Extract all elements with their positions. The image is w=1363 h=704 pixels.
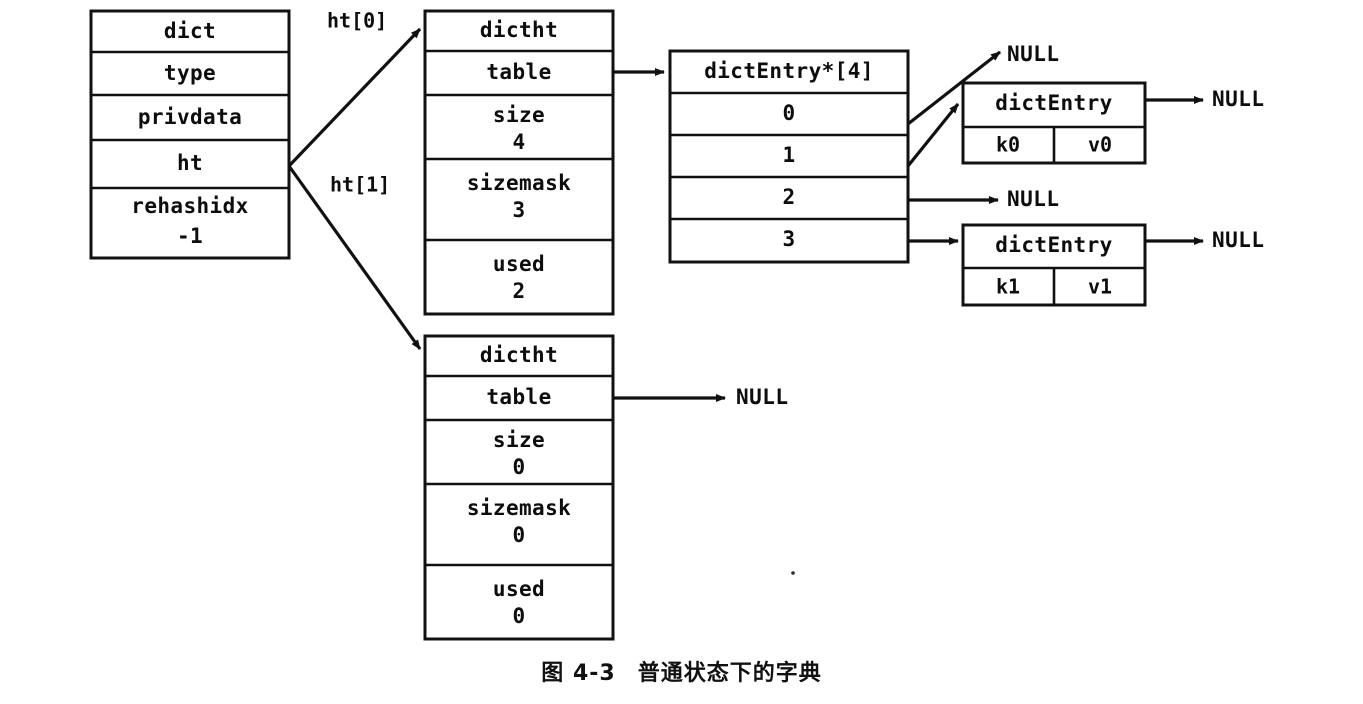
ht0-field-sizemask: sizemask [467, 171, 571, 195]
null-entry1-next: NULL [1212, 228, 1265, 252]
arrow-bucket1-to-entry0 [906, 102, 960, 168]
null-bucket0: NULL [1007, 42, 1060, 66]
null-bucket2: NULL [1007, 187, 1060, 211]
null-entry0-next: NULL [1212, 87, 1265, 111]
ht1-field-used: used [493, 577, 545, 601]
dict-struct-box: dict type privdata ht rehashidx -1 [89, 9, 291, 260]
ht0-field-size: size [493, 103, 545, 127]
null-ht1-table: NULL [736, 385, 789, 409]
dict-field-ht: ht [177, 151, 203, 175]
ht1-field-table: table [486, 385, 551, 409]
label-ht0: ht[0] [327, 9, 387, 33]
dict-field-rehashidx-value: -1 [177, 224, 203, 248]
bucket-index-2: 2 [782, 185, 795, 209]
hashtable-0-box: dictht table size 4 sizemask 3 used 2 [423, 9, 615, 316]
dict-field-privdata: privdata [138, 105, 242, 129]
figure-caption: 图 4-3 普通状态下的字典 [0, 655, 1363, 687]
ht-pointer-arrows: ht[0] ht[1] [287, 9, 422, 350]
ht0-field-used-value: 2 [512, 279, 525, 303]
dict-structure-diagram: dict type privdata ht rehashidx -1 ht[0]… [89, 9, 1265, 641]
label-ht1: ht[1] [330, 173, 390, 197]
dict-entry-1-title: dictEntry [995, 233, 1112, 257]
dict-entry-1-box: dictEntry k1 v1 [961, 223, 1147, 307]
figure-caption-number: 图 4-3 [541, 661, 616, 686]
ht1-title: dictht [480, 343, 558, 367]
scan-speck [791, 571, 795, 575]
hashtable-1-box: dictht table size 0 sizemask 0 used 0 [423, 334, 615, 641]
ht0-title: dictht [480, 18, 558, 42]
dict-entry-0-box: dictEntry k0 v0 [961, 81, 1147, 165]
dict-field-type: type [164, 61, 216, 85]
dict-struct-outline [89, 9, 291, 260]
bucket-array-title: dictEntry*[4] [704, 59, 874, 83]
bucket-index-0: 0 [782, 101, 795, 125]
ht1-field-size: size [493, 428, 545, 452]
dict-entry-0-key: k0 [996, 133, 1020, 157]
ht1-field-sizemask-value: 0 [512, 523, 525, 547]
ht0-field-table: table [486, 60, 551, 84]
arrow-ht0 [287, 27, 422, 168]
bucket-index-3: 3 [782, 227, 795, 251]
ht1-field-size-value: 0 [512, 455, 525, 479]
dict-title: dict [164, 19, 216, 43]
bucket-index-1: 1 [782, 143, 795, 167]
figure-caption-title: 普通状态下的字典 [637, 661, 822, 686]
dict-entry-0-title: dictEntry [995, 91, 1112, 115]
dict-entry-1-key: k1 [996, 275, 1020, 299]
dict-entry-0-value: v0 [1088, 133, 1112, 157]
ht0-field-sizemask-value: 3 [512, 198, 525, 222]
ht1-field-sizemask: sizemask [467, 496, 571, 520]
ht1-field-used-value: 0 [512, 604, 525, 628]
dict-field-rehashidx: rehashidx [131, 194, 248, 218]
bucket-array-box: dictEntry*[4] 0 1 2 3 [668, 49, 910, 264]
ht0-field-used: used [493, 252, 545, 276]
ht0-field-size-value: 4 [512, 130, 525, 154]
dict-entry-1-value: v1 [1088, 275, 1112, 299]
